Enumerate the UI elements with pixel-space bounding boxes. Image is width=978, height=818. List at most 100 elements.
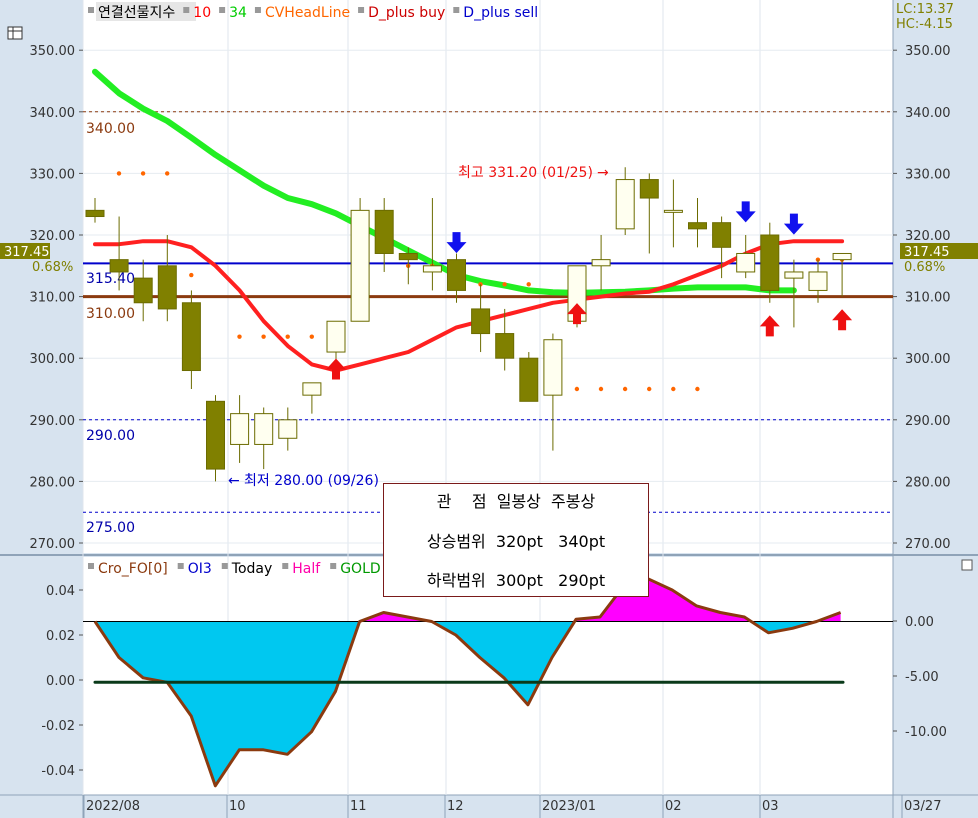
price-tag-right: 317.45 (904, 245, 950, 260)
legend-marker (282, 563, 289, 569)
candle-body-up (326, 320, 346, 353)
candle-body-up (543, 339, 563, 396)
legend-marker (88, 563, 94, 569)
candle-body-down (760, 234, 780, 291)
y-tick-label-left: 280.00 (30, 475, 76, 490)
pct-right: 0.68% (904, 260, 945, 275)
upper-legend-item: D_plus sell (463, 5, 538, 21)
candle-body-down (471, 308, 491, 335)
candle-body-down (157, 265, 177, 310)
y-tick-label-right: 310.00 (905, 291, 951, 306)
info-row-up-range: 상승범위 320pt 340pt (426, 532, 606, 551)
legend-marker (88, 7, 94, 13)
cv-dot (647, 386, 652, 392)
x-tick-label: 10 (229, 799, 246, 814)
y-tick-label-left: 340.00 (30, 106, 76, 121)
candle-body-up (808, 271, 828, 291)
candle-body-up (350, 209, 370, 322)
candle-body-down (688, 222, 707, 230)
level-label-315: 315.40 (86, 271, 135, 287)
candle-body-down (495, 333, 515, 359)
osc-y-tick-right: 0.00 (905, 615, 934, 630)
info-row-header: 관 점 일봉상 주봉상 (436, 492, 596, 511)
x-tick-label: 03/27 (904, 799, 941, 814)
candle (760, 222, 780, 303)
osc-y-tick-left: 0.04 (46, 584, 75, 599)
y-tick-label-left: 350.00 (30, 44, 76, 59)
level-label-310: 310.00 (86, 306, 135, 322)
chart-window: 350.00 350.00 340.00 340.00 330.00 330.00 320.… (0, 0, 978, 818)
y-tick-label-right: 290.00 (905, 414, 951, 429)
legend-marker (358, 7, 365, 13)
legend-marker (177, 563, 184, 569)
candle-body-down (374, 209, 394, 254)
upper-legend-item: CVHeadLine (265, 5, 350, 21)
cv-dot (526, 282, 531, 287)
close-icon (961, 559, 973, 571)
osc-y-tick-left: 0.02 (46, 629, 75, 644)
candle-body-up (615, 179, 635, 230)
y-tick-label-left: 310.00 (30, 291, 76, 306)
cv-dot (502, 282, 507, 287)
candle-body-up (663, 209, 683, 213)
candle-body-down (181, 302, 201, 372)
cv-dot (598, 386, 604, 392)
high-annotation-arrow: → (597, 165, 609, 181)
candle-body-down (109, 259, 129, 273)
cv-dot (140, 171, 146, 176)
y-tick-label-right: 320.00 (905, 229, 951, 244)
cv-dot (671, 386, 676, 392)
cv-dot (237, 334, 242, 339)
candle-body-down (447, 259, 466, 291)
info-row-down-range: 하락범위 300pt 290pt (426, 571, 606, 590)
candle-body-up (832, 252, 852, 261)
x-tick-label: 03 (762, 799, 779, 814)
candle (519, 352, 539, 402)
candlestick-chart-svg: 350.00 350.00340.00 340.00330.00 330.00320.… (0, 0, 978, 818)
osc-y-tick-right: -5.00 (905, 670, 939, 685)
y-tick-label-right: 330.00 (905, 167, 951, 182)
osc-y-tick-left: -0.04 (41, 764, 75, 779)
cv-dot (285, 334, 290, 339)
candle (206, 395, 225, 482)
legend-marker (183, 7, 190, 13)
candle-body-up (230, 413, 250, 445)
candle-body-down (712, 222, 732, 248)
lower-legend-item: Cro_FO[0] (98, 561, 168, 577)
cv-dot (622, 386, 628, 392)
pct-left: 0.68% (32, 260, 73, 275)
x-tick-label: 02 (665, 799, 682, 814)
x-tick-label: 2023/01 (542, 799, 596, 814)
candle-body-up (422, 265, 442, 273)
price-tag-left: 317.45 (4, 245, 50, 260)
info-box: 관 점 일봉상 주봉상 상승범위 320pt 340pt 하락범위 300pt … (383, 483, 649, 597)
osc-y-tick-right: -10.00 (905, 725, 947, 740)
level-label-340: 340.00 (86, 121, 135, 137)
candle-body-up (736, 252, 756, 273)
cv-dot (309, 334, 314, 339)
y-tick-label-right: 350.00 (905, 44, 951, 59)
legend-marker (330, 563, 337, 569)
y-tick-label-right: 340.00 (905, 106, 951, 121)
cv-dot (165, 171, 170, 176)
y-tick-label-left: 270.00 (30, 537, 76, 552)
legend-marker (221, 563, 228, 569)
lower-legend-item: Half (292, 561, 321, 577)
upper-legend-item: 34 (229, 5, 247, 21)
upper-legend-item: D_plus buy (368, 5, 445, 21)
candle-body-down (85, 209, 105, 218)
y-tick-label-left: 330.00 (30, 167, 76, 182)
x-tick-label: 2022/08 (86, 799, 140, 814)
lower-legend-item: Today (231, 561, 273, 577)
y-tick-label-left: 300.00 (30, 352, 76, 367)
upper-legend-item: 연결선물지수 (98, 5, 175, 21)
candle-body-up (784, 271, 804, 279)
cv-dot (574, 386, 580, 392)
candle-body-down (398, 252, 418, 261)
candle-body-up (254, 413, 274, 445)
low-annotation: 최저 280.00 (09/26) (244, 473, 379, 489)
candle-body-down (206, 400, 225, 470)
legend-marker (254, 7, 261, 13)
lower-legend-item: OI3 (188, 561, 212, 577)
candle-body-up (278, 419, 298, 439)
